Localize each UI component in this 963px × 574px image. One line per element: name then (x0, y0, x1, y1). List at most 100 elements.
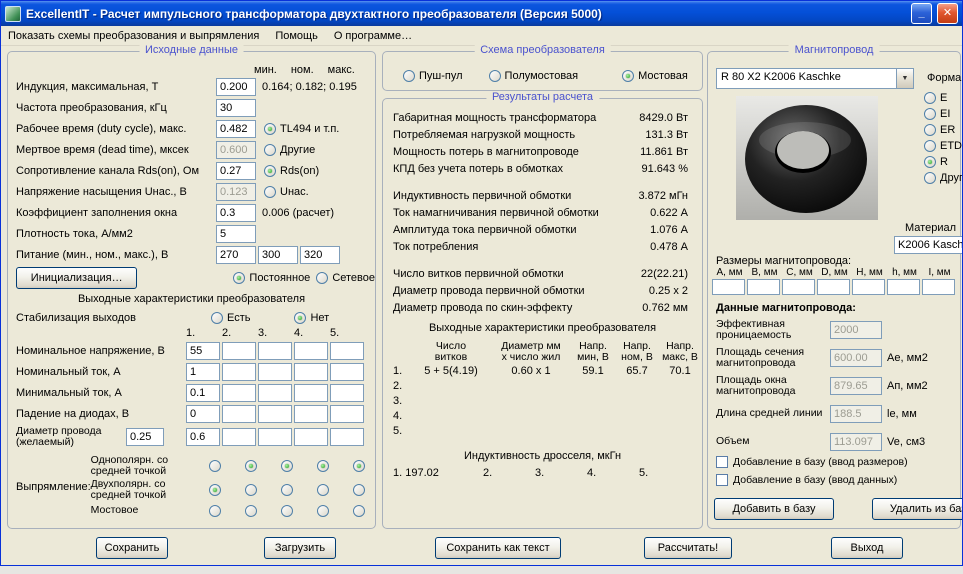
rds-on-radio[interactable] (264, 164, 276, 177)
other-driver-radio[interactable] (264, 143, 276, 156)
minimal-current-input[interactable] (294, 383, 328, 402)
shape-ei-radio[interactable] (924, 108, 936, 120)
supply-min-input[interactable]: 270 (216, 245, 256, 264)
induction-input[interactable]: 0.200 (216, 77, 256, 96)
dim-c-input[interactable] (782, 279, 815, 295)
rect-bipolar-radio[interactable] (352, 484, 365, 496)
rds-on-input[interactable]: 0.27 (216, 161, 256, 180)
title-bar[interactable]: ExcellentIT - Расчет импульсного трансфо… (1, 1, 962, 26)
diode-drop-input[interactable]: 0 (186, 404, 220, 423)
stab-no-radio[interactable] (294, 311, 307, 324)
half-bridge-radio[interactable] (488, 70, 501, 82)
dim-a-input[interactable] (712, 279, 745, 295)
rect-bridge-radio[interactable] (352, 504, 365, 517)
nominal-voltage-input[interactable]: 55 (186, 341, 220, 360)
dead-time-input[interactable]: 0.600 (216, 140, 256, 159)
chevron-down-icon[interactable]: ▼ (896, 69, 913, 88)
nominal-voltage-input[interactable] (222, 341, 256, 360)
rect-bipolar-radio[interactable] (244, 484, 257, 496)
dim-h2-input[interactable] (887, 279, 920, 295)
nominal-current-input[interactable] (294, 362, 328, 381)
supply-nom-input[interactable]: 300 (258, 245, 298, 264)
duty-cycle-input[interactable]: 0.482 (216, 119, 256, 138)
ac-supply-radio[interactable] (316, 272, 329, 284)
shape-e-radio[interactable] (924, 92, 936, 104)
rect-unipolar-radio[interactable] (352, 460, 365, 472)
wire-diameter-input[interactable]: 0.6 (186, 428, 220, 446)
add-to-db-button[interactable]: Добавить в базу (714, 498, 834, 520)
push-pull-radio[interactable] (403, 70, 415, 82)
rect-bridge-radio[interactable] (244, 504, 257, 517)
add-data-checkbox[interactable] (716, 474, 728, 486)
dim-h-input[interactable] (852, 279, 885, 295)
stab-yes-radio[interactable] (211, 311, 223, 324)
minimize-button[interactable]: _ (911, 3, 932, 24)
core-data-label: Длина средней линии (716, 407, 823, 420)
rect-bipolar-radio[interactable] (316, 484, 329, 496)
minimal-current-input[interactable] (330, 383, 364, 402)
load-button[interactable]: Загрузить (264, 537, 336, 559)
exit-button[interactable]: Выход (831, 537, 903, 559)
rect-unipolar-radio[interactable] (316, 460, 329, 472)
shape-other-radio[interactable] (924, 172, 936, 184)
diode-drop-input[interactable] (330, 404, 364, 423)
save-as-text-button[interactable]: Сохранить как текст (435, 537, 561, 559)
rect-unipolar-radio[interactable] (244, 460, 257, 472)
wire-diameter-input[interactable] (294, 428, 328, 446)
add-sizes-checkbox[interactable] (716, 456, 728, 468)
field-label: Индукция, максимальная, Т (16, 80, 159, 93)
shape-r-label: R (940, 156, 948, 168)
minimal-current-input[interactable] (258, 383, 292, 402)
nominal-voltage-input[interactable] (258, 341, 292, 360)
nominal-voltage-input[interactable] (294, 341, 328, 360)
tl494-radio[interactable] (264, 122, 276, 135)
nominal-current-input[interactable] (222, 362, 256, 381)
supply-max-input[interactable]: 320 (300, 245, 340, 264)
wire-diameter-input[interactable] (222, 428, 256, 446)
shape-er-radio[interactable] (924, 124, 936, 136)
current-density-input[interactable]: 5 (216, 224, 256, 243)
rect-unipolar-radio[interactable] (280, 460, 293, 472)
menu-item-about[interactable]: О программе… (334, 30, 412, 42)
diode-drop-input[interactable] (222, 404, 256, 423)
dim-i-input[interactable] (922, 279, 955, 295)
shape-etd-radio[interactable] (924, 140, 936, 152)
dc-supply-label: Постоянное (249, 272, 311, 284)
save-button[interactable]: Сохранить (96, 537, 168, 559)
wire-diameter-input[interactable] (258, 428, 292, 446)
init-button[interactable]: Инициализация… (16, 267, 138, 289)
dim-b-input[interactable] (747, 279, 780, 295)
diode-drop-input[interactable] (258, 404, 292, 423)
menu-item-help[interactable]: Помощь (275, 30, 318, 42)
delete-from-db-button[interactable]: Удалить из базы (872, 498, 962, 520)
nominal-current-input[interactable] (330, 362, 364, 381)
dim-d-input[interactable] (817, 279, 850, 295)
dc-supply-radio[interactable] (233, 272, 246, 284)
menu-item-schemes[interactable]: Показать схемы преобразования и выпрямле… (8, 30, 259, 42)
nominal-voltage-input[interactable] (330, 341, 364, 360)
nominal-current-input[interactable] (258, 362, 292, 381)
result-label: Число витков первичной обмотки (393, 267, 564, 280)
rect-bridge-radio[interactable] (280, 504, 293, 517)
rect-unipolar-radio[interactable] (208, 460, 221, 472)
rect-bipolar-radio[interactable] (280, 484, 293, 496)
close-button[interactable]: ✕ (937, 3, 958, 24)
saturation-voltage-input[interactable]: 0.123 (216, 182, 256, 201)
wire-diameter-input[interactable] (330, 428, 364, 446)
diode-drop-input[interactable] (294, 404, 328, 423)
window-fill-input[interactable]: 0.3 (216, 203, 256, 222)
rect-bridge-radio[interactable] (316, 504, 329, 517)
minimal-current-input[interactable]: 0.1 (186, 383, 220, 402)
rect-bipolar-radio[interactable] (208, 484, 221, 496)
bridge-radio[interactable] (622, 70, 635, 82)
frequency-input[interactable]: 30 (216, 98, 256, 117)
minimal-current-input[interactable] (222, 383, 256, 402)
unas-radio[interactable] (264, 185, 276, 198)
core-select[interactable]: R 80 X2 K2006 Kaschke ▼ (716, 68, 914, 89)
calculate-button[interactable]: Рассчитать! (644, 537, 732, 559)
nominal-current-input[interactable]: 1 (186, 362, 220, 381)
material-input[interactable]: K2006 Kaschke (894, 236, 962, 254)
wire-diameter-desired-input[interactable]: 0.25 (126, 428, 164, 446)
rect-bridge-radio[interactable] (208, 504, 221, 517)
shape-r-radio[interactable] (924, 156, 936, 168)
